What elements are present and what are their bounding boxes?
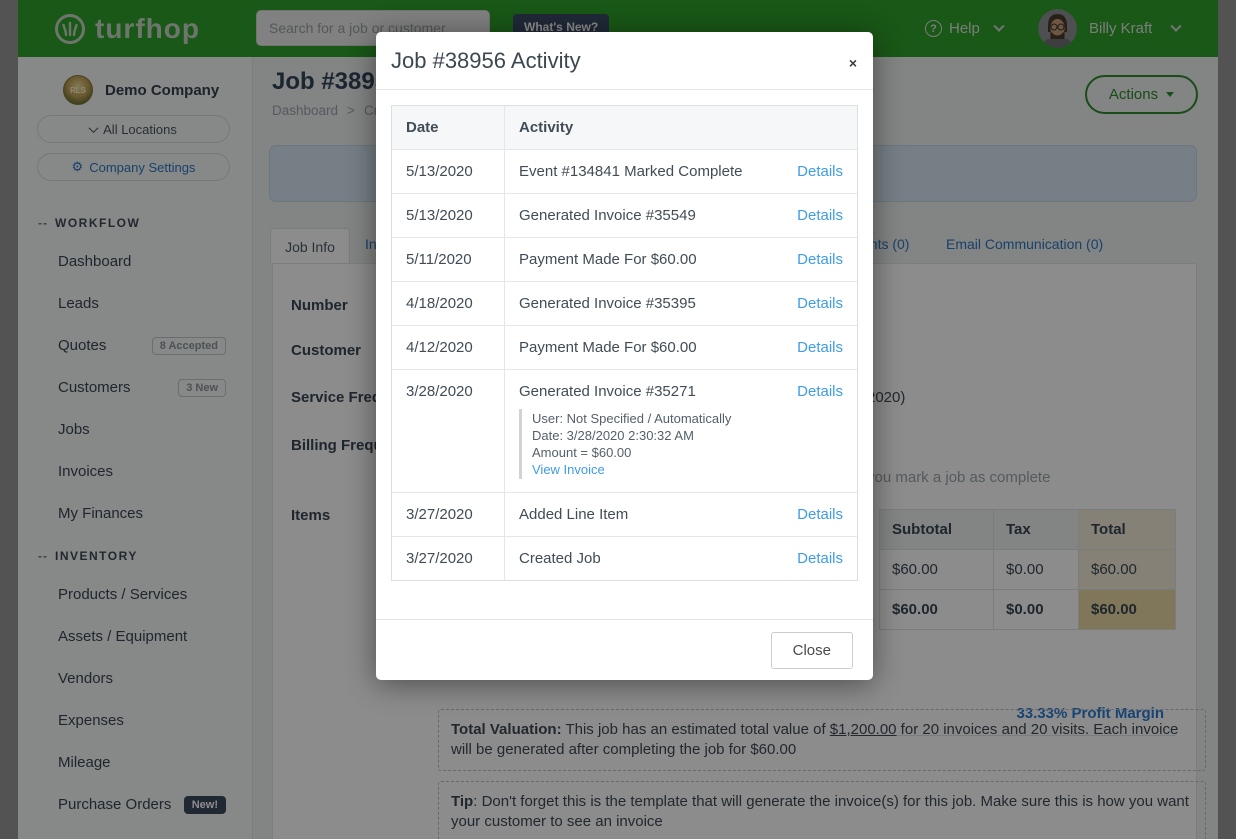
details-link[interactable]: Details <box>797 506 843 523</box>
details-link[interactable]: Details <box>797 550 843 567</box>
activity-modal: Job #38956 Activity × Date Activity 5/13… <box>376 32 873 680</box>
activity-row: 5/11/2020 Payment Made For $60.00 Detail… <box>392 238 857 282</box>
close-icon[interactable]: × <box>849 56 857 70</box>
modal-header: Job #38956 Activity × <box>376 32 873 90</box>
activity-row: 3/27/2020 Added Line Item Details <box>392 493 857 537</box>
activity-row: 5/13/2020 Event #134841 Marked Complete … <box>392 150 857 194</box>
col-date: Date <box>392 106 505 149</box>
activity-date: 5/13/2020 <box>392 150 505 193</box>
close-button[interactable]: Close <box>771 632 853 669</box>
activity-table-header: Date Activity <box>392 106 857 150</box>
details-link[interactable]: Details <box>797 295 843 312</box>
activity-text: Added Line Item <box>519 506 628 523</box>
activity-text: Generated Invoice #35395 <box>519 295 696 312</box>
activity-text: Generated Invoice #35271 <box>519 383 696 400</box>
activity-row: 3/27/2020 Created Job Details <box>392 537 857 580</box>
activity-table: Date Activity 5/13/2020 Event #134841 Ma… <box>391 105 858 581</box>
activity-date: 3/28/2020 <box>392 370 505 492</box>
activity-date: 3/27/2020 <box>392 537 505 580</box>
details-link[interactable]: Details <box>797 383 843 400</box>
activity-date: 4/18/2020 <box>392 282 505 325</box>
activity-date: 4/12/2020 <box>392 326 505 369</box>
detail-amount: Amount = $60.00 <box>532 444 843 461</box>
col-activity: Activity <box>505 106 857 149</box>
activity-text: Payment Made For $60.00 <box>519 251 697 268</box>
left-edge-strip <box>0 0 18 839</box>
activity-row: 5/13/2020 Generated Invoice #35549 Detai… <box>392 194 857 238</box>
details-link[interactable]: Details <box>797 339 843 356</box>
activity-row: 4/12/2020 Payment Made For $60.00 Detail… <box>392 326 857 370</box>
detail-user: User: Not Specified / Automatically <box>532 410 843 427</box>
modal-footer: Close <box>376 619 873 680</box>
view-invoice-link[interactable]: View Invoice <box>532 461 843 478</box>
details-link[interactable]: Details <box>797 251 843 268</box>
activity-text: Event #134841 Marked Complete <box>519 163 742 180</box>
activity-date: 3/27/2020 <box>392 493 505 536</box>
activity-text: Generated Invoice #35549 <box>519 207 696 224</box>
detail-date: Date: 3/28/2020 2:30:32 AM <box>532 427 843 444</box>
activity-text: Payment Made For $60.00 <box>519 339 697 356</box>
modal-body: Date Activity 5/13/2020 Event #134841 Ma… <box>376 90 873 596</box>
activity-row: 4/18/2020 Generated Invoice #35395 Detai… <box>392 282 857 326</box>
activity-text: Created Job <box>519 550 601 567</box>
activity-row-expanded: 3/28/2020 Generated Invoice #35271 Detai… <box>392 370 857 493</box>
right-edge-strip <box>1218 0 1236 839</box>
activity-date: 5/11/2020 <box>392 238 505 281</box>
activity-detail-block: User: Not Specified / Automatically Date… <box>519 409 843 479</box>
modal-title: Job #38956 Activity <box>391 48 858 74</box>
details-link[interactable]: Details <box>797 163 843 180</box>
app-screen: turfhop What's New? ? Help <box>0 0 1236 839</box>
activity-date: 5/13/2020 <box>392 194 505 237</box>
details-link[interactable]: Details <box>797 207 843 224</box>
